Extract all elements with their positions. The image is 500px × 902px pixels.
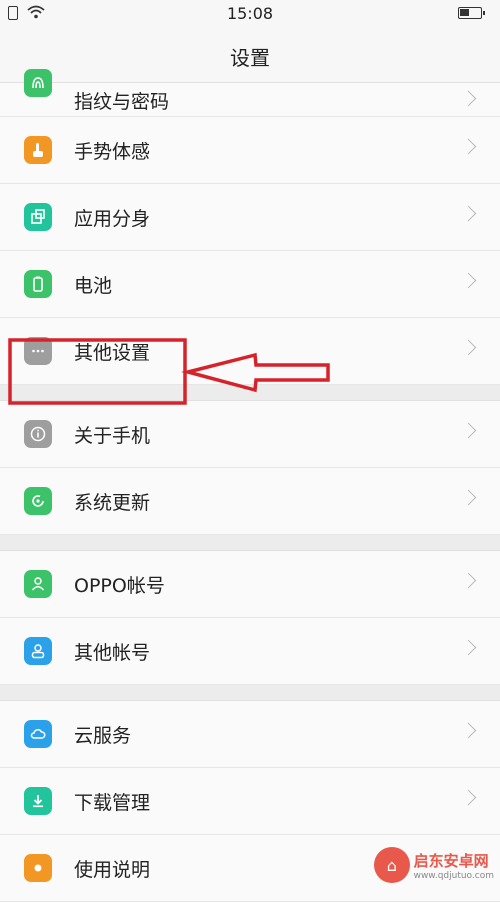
chevron-right-icon [460, 90, 477, 107]
section-divider [0, 535, 500, 551]
settings-item-about-phone[interactable]: 关于手机 [0, 401, 500, 468]
battery-icon [24, 270, 52, 298]
watermark-url: www.qdjutuo.com [413, 870, 494, 881]
settings-item-system-update[interactable]: 系统更新 [0, 468, 500, 535]
settings-item-label: 电池 [74, 275, 113, 297]
chevron-right-icon [460, 789, 477, 806]
settings-item-label: 指纹与密码 [74, 91, 170, 113]
status-bar: 15:08 [0, 0, 500, 28]
chevron-right-icon [460, 138, 477, 155]
settings-item-label: OPPO帐号 [74, 575, 165, 597]
page-title: 设置 [230, 46, 270, 70]
settings-item-oppo-account[interactable]: OPPO帐号 [0, 551, 500, 618]
settings-item-label: 下载管理 [74, 792, 151, 814]
section-divider [0, 385, 500, 401]
battery-status-icon [458, 7, 485, 19]
download-icon [24, 787, 52, 815]
settings-item-label: 使用说明 [74, 859, 151, 881]
status-time: 15:08 [226, 4, 274, 23]
chevron-right-icon [460, 422, 477, 439]
person-icon [24, 570, 52, 598]
title-bar: 设置 [0, 28, 500, 83]
settings-item-other-accounts[interactable]: 其他帐号 [0, 618, 500, 685]
fingerprint-icon [24, 69, 52, 97]
settings-item-label: 应用分身 [74, 208, 151, 230]
clone-app-icon [24, 203, 52, 231]
sun-icon [24, 854, 52, 882]
chevron-right-icon [460, 339, 477, 356]
settings-item-label: 手势体感 [74, 141, 151, 163]
watermark-logo-icon: ⌂ [374, 847, 410, 883]
settings-item-label: 其他帐号 [74, 642, 151, 664]
settings-item-other-settings[interactable]: 其他设置 [0, 318, 500, 385]
chevron-right-icon [460, 272, 477, 289]
update-icon [24, 487, 52, 515]
cloud-icon [24, 720, 52, 748]
info-icon [24, 420, 52, 448]
settings-item-fingerprint[interactable]: 指纹与密码 [0, 69, 500, 117]
chevron-right-icon [460, 572, 477, 589]
settings-item-label: 云服务 [74, 725, 132, 747]
settings-item-gestures[interactable]: 手势体感 [0, 117, 500, 184]
chevron-right-icon [460, 722, 477, 739]
chevron-right-icon [460, 489, 477, 506]
watermark-name: 启东安卓网 [413, 851, 489, 870]
settings-list: 指纹与密码 手势体感 应用分身 电池 其他设置 关于手机 系统更新 OPPO帐号… [0, 69, 500, 902]
settings-item-label: 关于手机 [74, 425, 151, 447]
settings-item-clone-apps[interactable]: 应用分身 [0, 184, 500, 251]
more-dots-icon [24, 337, 52, 365]
chevron-right-icon [460, 639, 477, 656]
chevron-right-icon [460, 205, 477, 222]
settings-item-cloud-service[interactable]: 云服务 [0, 701, 500, 768]
settings-item-battery[interactable]: 电池 [0, 251, 500, 318]
account-icon [24, 637, 52, 665]
settings-item-download-manager[interactable]: 下载管理 [0, 768, 500, 835]
settings-item-label: 其他设置 [74, 342, 151, 364]
settings-item-label: 系统更新 [74, 492, 151, 514]
watermark: ⌂ 启东安卓网 www.qdjutuo.com [374, 845, 494, 885]
section-divider [0, 685, 500, 701]
gesture-icon [24, 136, 52, 164]
